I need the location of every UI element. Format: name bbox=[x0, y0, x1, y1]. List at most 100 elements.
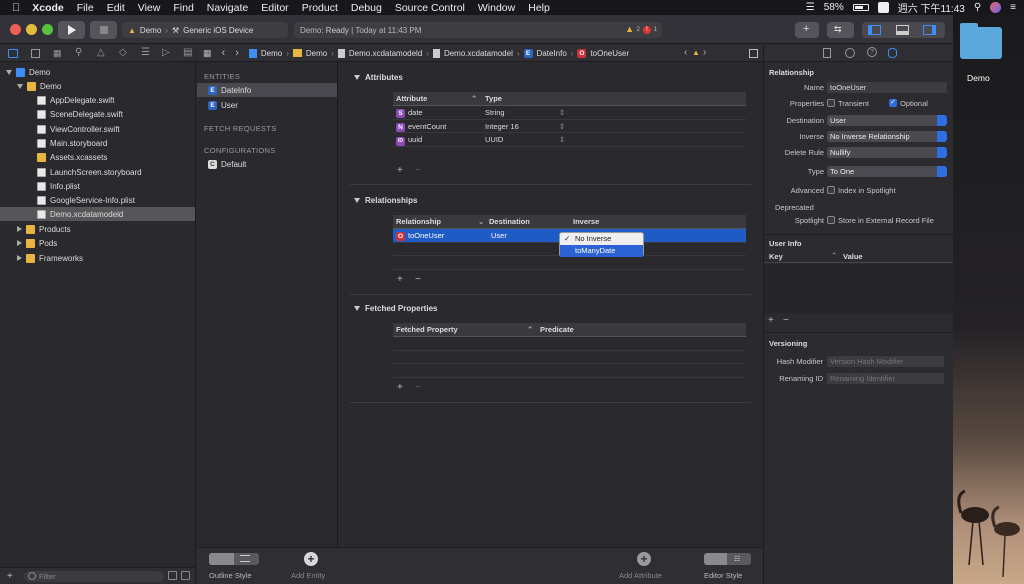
breadcrumb-group[interactable]: Demo bbox=[306, 49, 327, 58]
add-fetched-property-plus-icon[interactable]: + bbox=[397, 382, 403, 393]
battery-icon[interactable] bbox=[852, 4, 869, 11]
related-items-icon[interactable]: ▦ bbox=[203, 48, 212, 59]
stepper-icon[interactable]: ⇕ bbox=[559, 106, 565, 120]
breadcrumb-datamodel[interactable]: Demo.xcdatamodel bbox=[444, 49, 513, 58]
stepper-icon[interactable]: ⇕ bbox=[559, 133, 565, 147]
column-header-destination[interactable]: Destination bbox=[489, 215, 530, 228]
renaming-id-field[interactable]: Renaming Identifier bbox=[827, 373, 944, 384]
disclosure-closed-icon[interactable] bbox=[17, 240, 22, 246]
optional-checkbox[interactable]: ✓ bbox=[889, 99, 897, 107]
warning-icon[interactable]: ▲ bbox=[692, 48, 700, 57]
tree-item-file[interactable]: Assets.xcassets bbox=[0, 150, 195, 164]
entity-item-selected[interactable]: E DateInfo bbox=[197, 83, 337, 97]
split-editor-icon[interactable] bbox=[749, 49, 758, 58]
remove-fetched-property-minus-icon[interactable]: − bbox=[415, 382, 421, 393]
quick-help-icon[interactable]: ? bbox=[867, 47, 877, 57]
disclosure-open-icon[interactable] bbox=[6, 69, 12, 75]
error-count[interactable]: 1 bbox=[653, 26, 657, 33]
remove-attribute-minus-icon[interactable]: − bbox=[415, 165, 421, 176]
menu-edit[interactable]: Edit bbox=[107, 2, 125, 14]
menu-find[interactable]: Find bbox=[173, 2, 193, 14]
tree-item-file-selected[interactable]: Demo.xcdatamodeld bbox=[0, 207, 195, 221]
minimize-window-button[interactable] bbox=[26, 24, 37, 35]
column-header-inverse[interactable]: Inverse bbox=[573, 215, 599, 228]
configuration-item[interactable]: C Default bbox=[197, 157, 337, 171]
add-file-icon[interactable]: + bbox=[7, 571, 13, 582]
popup-item-to-many-date[interactable]: toManyDate bbox=[560, 245, 643, 257]
menu-help[interactable]: Help bbox=[528, 2, 550, 14]
tree-item-file[interactable]: Main.storyboard bbox=[0, 136, 195, 150]
outline-style-toggle[interactable] bbox=[209, 553, 259, 565]
menu-navigate[interactable]: Navigate bbox=[207, 2, 248, 14]
hash-modifier-field[interactable]: Version Hash Modifier bbox=[827, 356, 944, 367]
disclosure-closed-icon[interactable] bbox=[17, 255, 22, 261]
delete-rule-select[interactable]: Nullify bbox=[827, 147, 947, 158]
tree-item-file[interactable]: GoogleService-Info.plist bbox=[0, 193, 195, 207]
table-row[interactable]: S date String ⇕ bbox=[393, 106, 746, 120]
relationships-section-header[interactable]: Relationships bbox=[354, 196, 417, 205]
table-row[interactable]: N eventCount Integer 16 ⇕ bbox=[393, 120, 746, 134]
warning-count[interactable]: 2 bbox=[636, 26, 640, 33]
user-avatar-icon[interactable] bbox=[990, 2, 1002, 13]
column-header-type[interactable]: Type bbox=[485, 92, 502, 105]
tree-item-group[interactable]: Products bbox=[0, 222, 195, 236]
stop-button[interactable] bbox=[90, 21, 117, 39]
battery-percent[interactable]: 58% bbox=[824, 2, 844, 13]
key-column-header[interactable]: Key bbox=[769, 252, 783, 261]
add-relationship-plus-icon[interactable]: + bbox=[397, 274, 403, 285]
remove-user-info-minus-icon[interactable]: − bbox=[783, 315, 789, 326]
menu-window[interactable]: Window bbox=[478, 2, 515, 14]
editor-style-toggle[interactable]: ☷ bbox=[704, 553, 751, 565]
remove-relationship-minus-icon[interactable]: − bbox=[415, 274, 421, 285]
notification-center-icon[interactable]: ≡ bbox=[1010, 2, 1016, 13]
breadcrumb-entity[interactable]: DateInfo bbox=[537, 49, 567, 58]
forward-arrow-icon[interactable]: › bbox=[235, 47, 239, 59]
data-model-inspector-icon[interactable] bbox=[888, 48, 897, 58]
menu-debug[interactable]: Debug bbox=[351, 2, 382, 14]
warning-icon[interactable]: ▲ bbox=[625, 24, 634, 34]
debug-area-toggle-icon[interactable] bbox=[896, 25, 909, 35]
column-header-predicate[interactable]: Predicate bbox=[540, 323, 574, 336]
history-inspector-icon[interactable] bbox=[845, 48, 855, 58]
tree-item-file[interactable]: AppDelegate.swift bbox=[0, 93, 195, 107]
value-column-header[interactable]: Value bbox=[843, 252, 863, 261]
scm-status-filter-icon[interactable] bbox=[181, 571, 190, 580]
report-navigator-icon[interactable]: ▤ bbox=[183, 47, 192, 58]
breadcrumb-datamodeld[interactable]: Demo.xcdatamodeld bbox=[349, 49, 422, 58]
relationship-destination[interactable]: User bbox=[491, 229, 507, 243]
entity-item[interactable]: E User bbox=[197, 98, 337, 112]
tree-item-file[interactable]: ViewController.swift bbox=[0, 122, 195, 136]
table-row[interactable]: ID uuid UUID ⇕ bbox=[393, 133, 746, 147]
tree-item-demo-group[interactable]: Demo bbox=[0, 79, 195, 93]
add-user-info-plus-icon[interactable]: + bbox=[768, 315, 774, 326]
disclosure-closed-icon[interactable] bbox=[17, 226, 22, 232]
input-method-icon[interactable] bbox=[877, 2, 889, 13]
menu-view[interactable]: View bbox=[138, 2, 161, 14]
symbol-navigator-icon[interactable]: ▦ bbox=[53, 48, 62, 59]
debug-navigator-icon[interactable]: ☰ bbox=[141, 47, 150, 58]
scheme-selector[interactable]: ▲ Demo › ⚒ Generic iOS Device bbox=[122, 22, 288, 38]
attribute-name[interactable]: eventCount bbox=[408, 120, 446, 134]
disclosure-open-icon[interactable] bbox=[17, 83, 23, 89]
tree-item-file[interactable]: LaunchScreen.storyboard bbox=[0, 165, 195, 179]
column-header-attribute[interactable]: Attribute bbox=[396, 92, 427, 105]
apple-icon[interactable]:  bbox=[12, 2, 20, 14]
tree-item-group[interactable]: Pods bbox=[0, 236, 195, 250]
breadcrumb-relationship[interactable]: toOneUser bbox=[590, 49, 629, 58]
tree-item-project[interactable]: Demo bbox=[0, 65, 195, 79]
error-icon[interactable]: ! bbox=[643, 26, 651, 34]
store-external-checkbox[interactable] bbox=[827, 216, 835, 224]
tree-item-file[interactable]: Info.plist bbox=[0, 179, 195, 193]
run-button[interactable] bbox=[58, 21, 85, 39]
type-select[interactable]: To One bbox=[827, 166, 947, 177]
table-style-icon[interactable] bbox=[209, 553, 234, 565]
find-navigator-icon[interactable]: ⚲ bbox=[75, 47, 82, 58]
recent-files-filter-icon[interactable] bbox=[168, 571, 177, 580]
attribute-type[interactable]: UUID bbox=[485, 133, 503, 147]
menu-editor[interactable]: Editor bbox=[261, 2, 288, 14]
attribute-name[interactable]: date bbox=[408, 106, 423, 120]
add-attribute-label[interactable]: Add Attribute bbox=[619, 571, 662, 580]
tree-item-group[interactable]: Frameworks bbox=[0, 251, 195, 265]
attribute-name[interactable]: uuid bbox=[408, 133, 422, 147]
attribute-type[interactable]: Integer 16 bbox=[485, 120, 519, 134]
